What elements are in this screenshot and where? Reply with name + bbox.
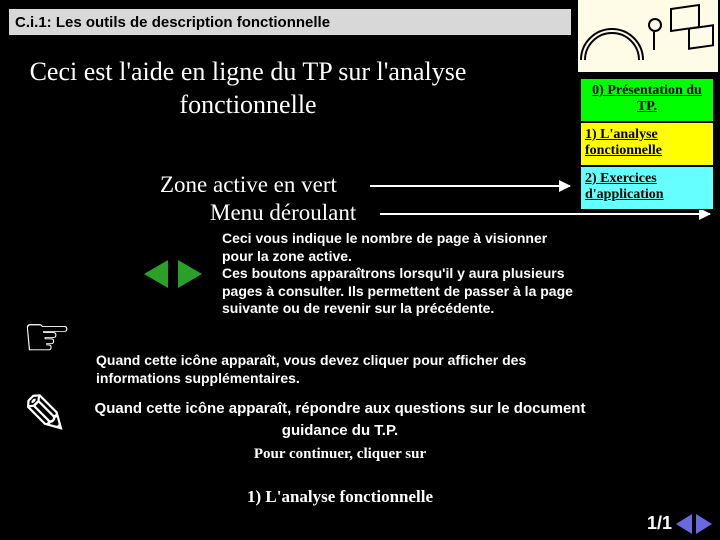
prev-page-icon[interactable] [676, 514, 692, 534]
page-title: C.i.1: Les outils de description fonctio… [15, 14, 330, 31]
arrow-icon [380, 213, 710, 215]
hand-hint-text: Quand cette icône apparaît, vous devez c… [96, 352, 576, 387]
dropdown-label: Menu déroulant [210, 200, 356, 226]
pencil-hint-text: Quand cette icône apparaît, répondre aux… [95, 400, 586, 439]
footer-instructions: Quand cette icône apparaît, répondre aux… [60, 398, 620, 510]
intro-text: Ceci est l'aide en ligne du TP sur l'ana… [28, 56, 468, 121]
continue-hint: Pour continuer, cliquer sur [60, 444, 620, 466]
pointing-hand-icon: ☞ [22, 310, 72, 366]
sidebar-item-analyse[interactable]: 1) L'analyse fonctionnelle [580, 122, 714, 166]
corner-illustration [578, 0, 718, 72]
arrow-icon [370, 185, 570, 187]
sidebar-item-exercices[interactable]: 2) Exercices d'application [580, 166, 714, 210]
sidebar-item-presentation[interactable]: 0) Présentation du TP. [580, 78, 714, 122]
page-nav-arrows [144, 260, 202, 288]
sidebar: 0) Présentation du TP. 1) L'analyse fonc… [580, 78, 714, 210]
page-indicator: 1/1 [647, 513, 712, 534]
triangle-left-icon[interactable] [144, 260, 168, 288]
title-bar: C.i.1: Les outils de description fonctio… [8, 8, 572, 36]
page-count: 1/1 [647, 513, 672, 534]
next-page-icon[interactable] [696, 514, 712, 534]
continue-target-link[interactable]: 1) L'analyse fonctionnelle [60, 485, 620, 510]
pages-hint-text: Ceci vous indique le nombre de page à vi… [222, 230, 580, 318]
active-zone-label: Zone active en vert [160, 172, 337, 198]
triangle-right-icon[interactable] [178, 260, 202, 288]
